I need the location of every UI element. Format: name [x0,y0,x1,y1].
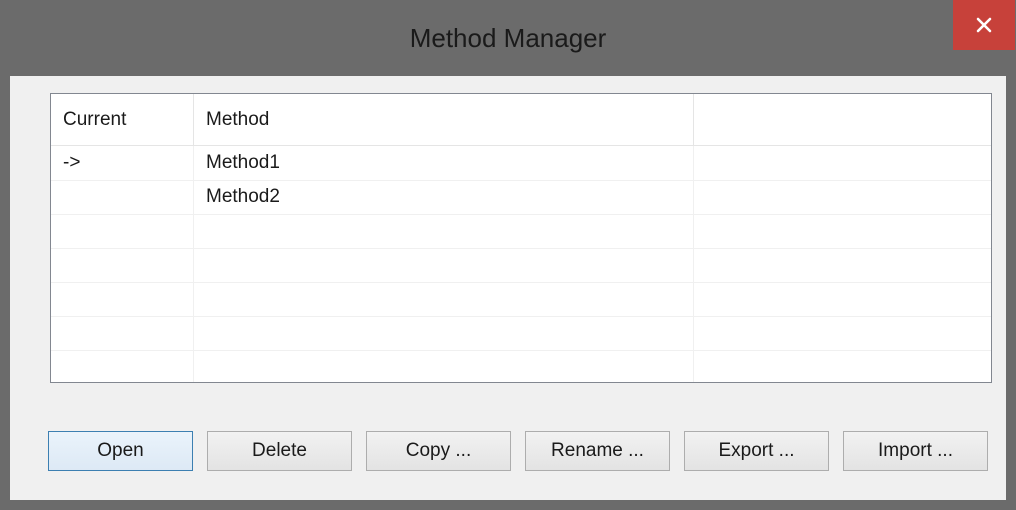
close-icon [976,17,992,33]
method-list[interactable]: Current Method -> Method1 Method2 [50,93,992,383]
current-marker: -> [51,146,194,180]
extra-cell [694,350,991,382]
method-name [194,282,694,316]
window-title: Method Manager [409,23,607,53]
current-marker [51,316,194,350]
method-name [194,214,694,248]
column-header-current[interactable]: Current [51,94,194,145]
extra-cell [694,180,991,214]
table-row[interactable]: -> Method1 [51,146,991,181]
table-row [51,282,991,317]
method-name: Method2 [194,180,694,214]
current-marker [51,214,194,248]
extra-cell [694,146,991,180]
table-row [51,350,991,382]
current-marker [51,248,194,282]
method-manager-window: Method Manager Current Method -> Method1… [0,0,1016,510]
list-header: Current Method [51,94,991,146]
current-marker [51,350,194,382]
dialog-client-area: Current Method -> Method1 Method2 Open D… [10,76,1006,500]
open-button[interactable]: Open [48,431,193,471]
close-button[interactable] [953,0,1015,50]
method-name [194,316,694,350]
method-name [194,248,694,282]
copy-button[interactable]: Copy ... [366,431,511,471]
rename-button[interactable]: Rename ... [525,431,670,471]
column-header-method[interactable]: Method [194,94,694,145]
current-marker [51,180,194,214]
column-header-empty[interactable] [694,94,991,145]
method-name [194,350,694,382]
method-name: Method1 [194,146,694,180]
delete-button[interactable]: Delete [207,431,352,471]
import-button[interactable]: Import ... [843,431,988,471]
title-bar[interactable]: Method Manager [0,0,1016,76]
table-row [51,248,991,283]
extra-cell [694,214,991,248]
extra-cell [694,282,991,316]
table-row [51,316,991,351]
table-row[interactable]: Method2 [51,180,991,215]
extra-cell [694,316,991,350]
current-marker [51,282,194,316]
extra-cell [694,248,991,282]
table-row [51,214,991,249]
export-button[interactable]: Export ... [684,431,829,471]
